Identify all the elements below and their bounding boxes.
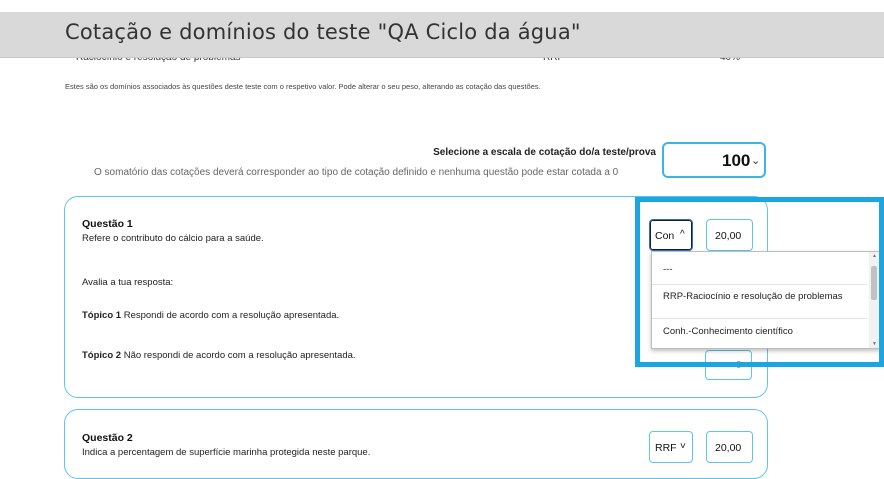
modal-header: Cotação e domínios do teste "QA Ciclo da… [0, 12, 884, 58]
scale-value: 100 [722, 151, 751, 170]
topic-text: Não respondi de acordo com a resolução a… [123, 350, 356, 361]
scale-hint: O somatório das cotações deverá correspo… [94, 167, 619, 178]
score-input-q2[interactable]: 20,00 [706, 431, 753, 463]
scale-label: Selecione a escala de cotação do/a teste… [433, 147, 656, 158]
page-title: Cotação e domínios do teste "QA Ciclo da… [65, 20, 581, 44]
evaluate-label: Avalia a tua resposta: [82, 277, 174, 288]
topic-1: Tópico 1 Respondi de acordo com a resolu… [82, 310, 339, 321]
chevron-down-icon: ⌄ [751, 155, 761, 167]
topic-2: Tópico 2 Não respondi de acordo com a re… [82, 350, 356, 361]
top-strip [0, 0, 884, 12]
chevron-down-icon: ˅ [680, 441, 686, 452]
domain-select-value: RRF [655, 442, 677, 454]
domain-select-q2[interactable]: RRF ˅ [649, 431, 693, 463]
info-text: Estes são os domínios associados às ques… [65, 82, 541, 91]
highlight-frame [635, 197, 884, 367]
scale-select[interactable]: 100 ⌄ [662, 142, 766, 178]
topic-label: Tópico 2 [82, 350, 122, 361]
question-text: Indica a percentagem de superfície marin… [82, 447, 371, 458]
question-title: Questão 2 [82, 432, 133, 444]
topic-text: Respondi de acordo com a resolução apres… [123, 310, 340, 321]
topic-label: Tópico 1 [82, 310, 122, 321]
question-title: Questão 1 [82, 218, 133, 230]
question-text: Refere o contributo do cálcio para a saú… [82, 233, 264, 244]
score-value: 20,00 [715, 442, 742, 454]
